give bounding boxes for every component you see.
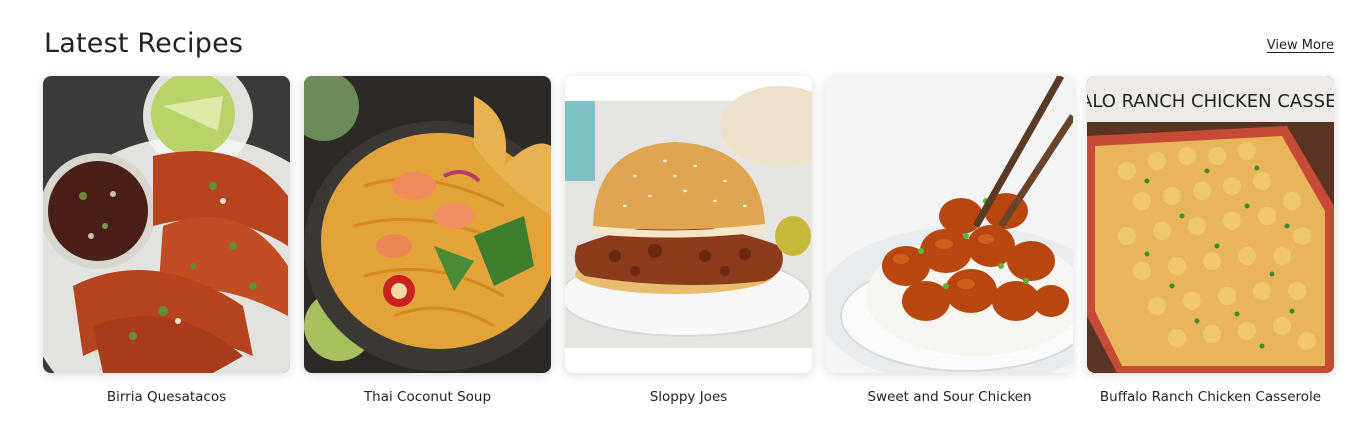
recipe-image[interactable]	[826, 76, 1073, 373]
recipe-title[interactable]: Birria Quesatacos	[43, 389, 290, 405]
recipe-card-list: Birria Quesatacos Thai Coconut Soup Slop…	[43, 76, 1334, 405]
recipe-title[interactable]: Thai Coconut Soup	[304, 389, 551, 405]
recipe-image[interactable]: BUFFALO RANCH CHICKEN CASSEROLE	[1087, 76, 1334, 373]
recipe-image[interactable]	[565, 76, 812, 373]
recipe-title[interactable]: Buffalo Ranch Chicken Casserole	[1087, 389, 1334, 405]
recipe-card[interactable]: BUFFALO RANCH CHICKEN CASSEROLE	[1087, 76, 1334, 405]
recipe-image[interactable]	[43, 76, 290, 373]
recipe-title[interactable]: Sloppy Joes	[565, 389, 812, 405]
recipe-card[interactable]: Birria Quesatacos	[43, 76, 290, 405]
recipe-image[interactable]	[304, 76, 551, 373]
image-caption: BUFFALO RANCH CHICKEN CASSEROLE	[1087, 91, 1334, 112]
recipe-card[interactable]: Sweet and Sour Chicken	[826, 76, 1073, 405]
view-more-link[interactable]: View More	[1267, 38, 1334, 53]
recipe-card[interactable]: Sloppy Joes	[565, 76, 812, 405]
recipe-card[interactable]: Thai Coconut Soup	[304, 76, 551, 405]
recipe-title[interactable]: Sweet and Sour Chicken	[826, 389, 1073, 405]
section-title: Latest Recipes	[44, 28, 244, 59]
